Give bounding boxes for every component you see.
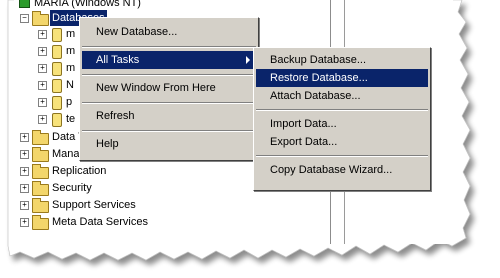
expand-icon: + bbox=[38, 81, 47, 90]
menu-separator bbox=[82, 130, 256, 132]
menu-separator bbox=[82, 46, 256, 48]
submenu-arrow-icon bbox=[246, 56, 250, 64]
collapse-icon: − bbox=[20, 14, 29, 23]
expand-icon: + bbox=[20, 150, 29, 159]
database-label: N bbox=[66, 79, 74, 91]
server-icon bbox=[19, 0, 30, 8]
context-menu: New Database... All Tasks New Window Fro… bbox=[79, 17, 259, 161]
database-icon bbox=[52, 28, 62, 42]
menu-item-refresh[interactable]: Refresh bbox=[82, 107, 256, 125]
folder-icon bbox=[32, 130, 49, 145]
database-icon bbox=[52, 45, 62, 59]
database-icon bbox=[52, 79, 62, 93]
database-icon bbox=[52, 113, 62, 127]
database-icon bbox=[52, 62, 62, 76]
menu-separator bbox=[256, 155, 428, 157]
folder-label: Security bbox=[52, 182, 92, 194]
folder-icon bbox=[32, 147, 49, 162]
expand-icon: + bbox=[38, 30, 47, 39]
expand-icon: + bbox=[20, 184, 29, 193]
menu-separator bbox=[256, 109, 428, 111]
folder-icon bbox=[32, 181, 49, 196]
menu-item-new-database[interactable]: New Database... bbox=[82, 23, 256, 41]
expand-icon: + bbox=[20, 201, 29, 210]
menu-separator bbox=[82, 102, 256, 104]
menu-item-attach-database[interactable]: Attach Database... bbox=[256, 87, 428, 105]
expand-icon: + bbox=[20, 133, 29, 142]
database-label: m bbox=[66, 62, 76, 74]
menu-item-backup-database[interactable]: Backup Database... bbox=[256, 51, 428, 69]
database-label: m bbox=[66, 45, 76, 57]
folder-label: Replication bbox=[52, 165, 107, 177]
expand-icon: + bbox=[38, 115, 47, 124]
menu-item-new-window[interactable]: New Window From Here bbox=[82, 79, 256, 97]
folder-label: Support Services bbox=[52, 199, 136, 211]
folder-label: Meta Data Services bbox=[52, 216, 148, 228]
menu-item-copy-database-wizard[interactable]: Copy Database Wizard... bbox=[256, 161, 428, 179]
expand-icon: + bbox=[20, 167, 29, 176]
menu-item-export-data[interactable]: Export Data... bbox=[256, 133, 428, 151]
database-label: te bbox=[66, 113, 76, 125]
expand-icon: + bbox=[38, 98, 47, 107]
menu-item-all-tasks[interactable]: All Tasks bbox=[82, 51, 256, 69]
folder-icon bbox=[32, 164, 49, 179]
expand-icon: + bbox=[38, 47, 47, 56]
folder-icon bbox=[32, 11, 49, 26]
database-label: m bbox=[66, 28, 76, 40]
database-label: p bbox=[66, 96, 73, 108]
folder-icon bbox=[32, 198, 49, 213]
database-icon bbox=[52, 96, 62, 110]
menu-separator bbox=[82, 74, 256, 76]
menu-item-restore-database[interactable]: Restore Database... bbox=[256, 69, 428, 87]
all-tasks-submenu: Backup Database... Restore Database... A… bbox=[253, 47, 431, 191]
menu-item-help[interactable]: Help bbox=[82, 135, 256, 153]
expand-icon: + bbox=[38, 64, 47, 73]
folder-icon bbox=[32, 215, 49, 230]
menu-item-all-tasks-label: All Tasks bbox=[96, 54, 140, 66]
menu-item-import-data[interactable]: Import Data... bbox=[256, 115, 428, 133]
expand-icon: + bbox=[20, 218, 29, 227]
